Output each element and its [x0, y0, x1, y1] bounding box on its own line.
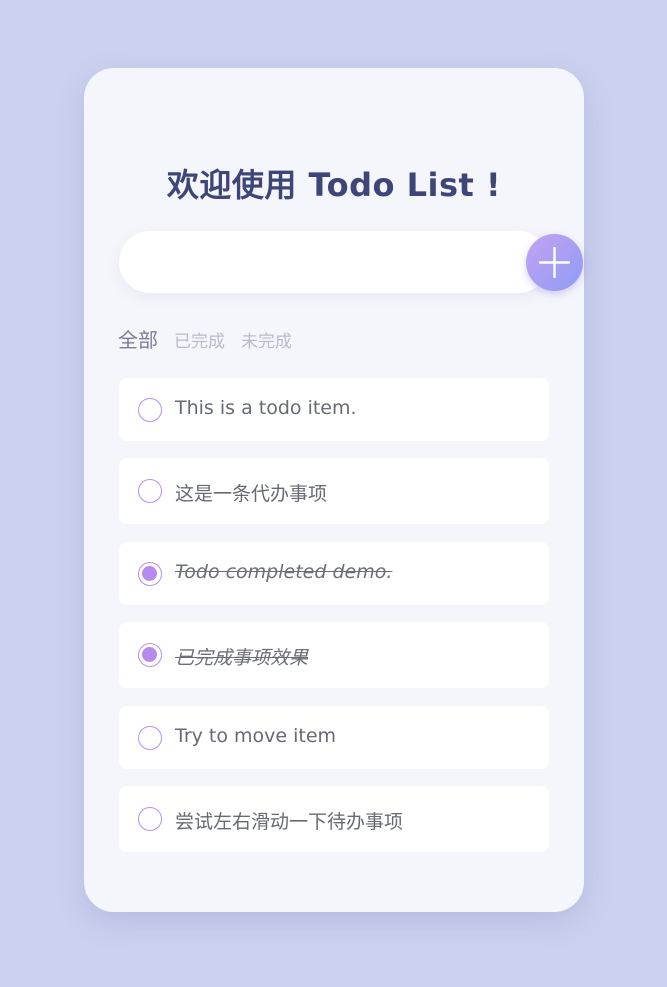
todo-checkbox[interactable]: [138, 398, 162, 422]
todo-text: Try to move item: [175, 725, 337, 747]
todo-checkbox-checked[interactable]: [138, 562, 162, 586]
todo-text: 尝试左右滑动一下待办事项: [175, 811, 404, 833]
todo-item[interactable]: 这是一条代办事项: [119, 458, 549, 524]
todo-item[interactable]: This is a todo item.: [119, 378, 549, 441]
new-todo-input-wrapper: [119, 231, 583, 295]
page-title: 欢迎使用 Todo List !: [166, 166, 502, 204]
filter-tab-all[interactable]: 全部: [118, 324, 158, 353]
filter-tab-active[interactable]: 未完成: [241, 327, 292, 352]
filter-tab-completed[interactable]: 已完成: [174, 327, 225, 352]
todo-item[interactable]: 已完成事项效果: [119, 622, 549, 688]
todo-checkbox[interactable]: [138, 479, 162, 503]
todo-text: Todo completed demo.: [175, 561, 393, 583]
filter-tabs: 全部 已完成 未完成: [118, 324, 308, 353]
todo-text: 这是一条代办事项: [175, 483, 328, 505]
todo-item[interactable]: Try to move item: [119, 706, 549, 769]
new-todo-input[interactable]: [143, 231, 487, 295]
todo-checkbox[interactable]: [138, 726, 162, 750]
add-todo-button[interactable]: [526, 234, 583, 291]
plus-icon: [539, 247, 570, 278]
todo-item[interactable]: Todo completed demo.: [119, 542, 549, 605]
todo-checkbox-checked[interactable]: [138, 643, 162, 667]
todo-card: 欢迎使用 Todo List ! 全部 已完成 未完成 This is a to…: [84, 68, 584, 912]
todo-item[interactable]: 尝试左右滑动一下待办事项: [119, 786, 549, 852]
todo-checkbox[interactable]: [138, 807, 162, 831]
todo-text: 已完成事项效果: [175, 647, 309, 669]
todo-text: This is a todo item.: [175, 397, 357, 419]
